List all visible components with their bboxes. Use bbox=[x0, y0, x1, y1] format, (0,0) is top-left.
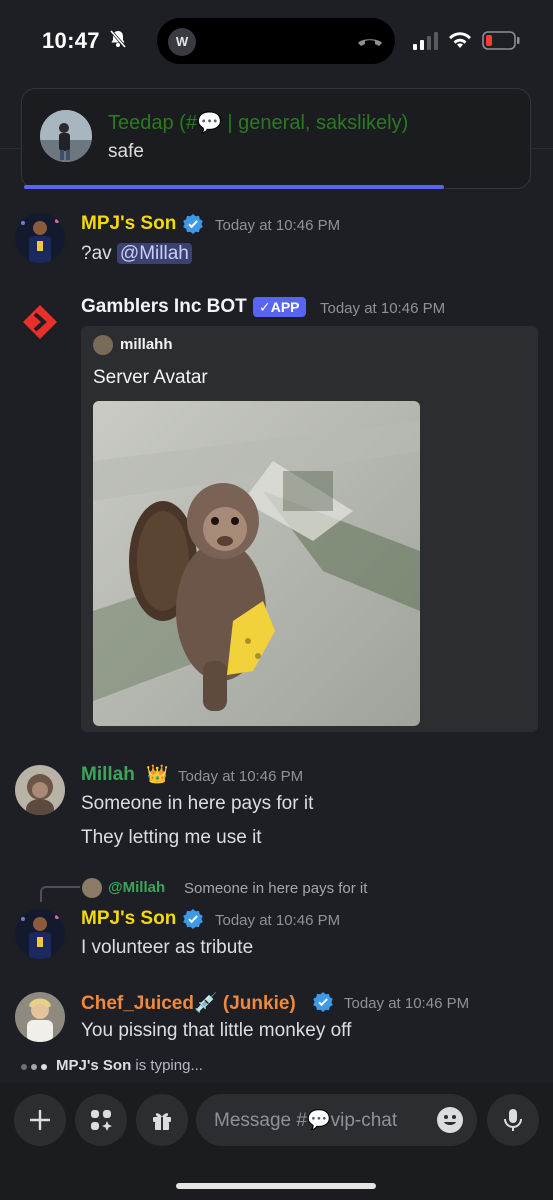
battery-low-icon bbox=[482, 31, 520, 50]
avatar-mpjs-son[interactable] bbox=[15, 213, 65, 263]
typing-dots-icon bbox=[21, 1064, 47, 1070]
embed-author[interactable]: millahh bbox=[120, 336, 173, 353]
verified-badge-icon bbox=[313, 992, 333, 1012]
author-name[interactable]: Millah bbox=[81, 764, 135, 786]
author-name[interactable]: Gamblers Inc BOT bbox=[81, 296, 247, 318]
notification-avatar bbox=[40, 110, 92, 162]
gift-icon bbox=[153, 1113, 171, 1130]
crown-icon: 👑 bbox=[146, 764, 169, 784]
notification-title: Teedap (#💬 | general, sakslikely) bbox=[108, 112, 409, 134]
reply-avatar bbox=[82, 878, 102, 898]
wifi-icon bbox=[449, 32, 471, 48]
author-name[interactable]: MPJ's Son bbox=[81, 908, 176, 930]
reply-preview[interactable]: Someone in here pays for it bbox=[184, 880, 367, 897]
phone-hangup-icon bbox=[358, 39, 382, 46]
message-timestamp: Today at 10:46 PM bbox=[215, 217, 341, 234]
author-name[interactable]: MPJ's Son bbox=[81, 213, 176, 235]
typing-user: MPJ's Son bbox=[56, 1057, 132, 1074]
notification-body: safe bbox=[108, 141, 144, 162]
user-mention[interactable]: @Millah bbox=[116, 243, 192, 264]
message-input-placeholder[interactable]: Message #💬vip-chat bbox=[214, 1108, 397, 1132]
author-name[interactable]: Chef_Juiced💉 (Junkie) bbox=[81, 991, 296, 1015]
verified-badge-icon bbox=[183, 214, 203, 234]
message-prefix: ?av bbox=[81, 243, 117, 264]
typing-indicator: MPJ's Son is typing... bbox=[56, 1057, 203, 1074]
add-attachment-button[interactable] bbox=[14, 1094, 66, 1146]
typing-suffix: is typing... bbox=[131, 1057, 203, 1074]
bell-muted-icon bbox=[109, 30, 127, 48]
avatar-chef-juiced[interactable] bbox=[15, 992, 65, 1042]
home-indicator[interactable] bbox=[176, 1183, 376, 1189]
signal-icon bbox=[413, 32, 438, 50]
message-text: ?av @Millah bbox=[81, 243, 192, 265]
message-text: You pissing that little monkey off bbox=[81, 1020, 352, 1041]
message-timestamp: Today at 10:46 PM bbox=[320, 300, 446, 317]
status-time: 10:47 bbox=[42, 28, 100, 53]
apps-button[interactable] bbox=[75, 1094, 127, 1146]
microphone-icon bbox=[504, 1109, 522, 1131]
avatar-mpjs-son[interactable] bbox=[15, 909, 65, 959]
avatar-image-monkey[interactable] bbox=[93, 401, 420, 726]
avatar-millah[interactable] bbox=[15, 765, 65, 815]
message-timestamp: Today at 10:46 PM bbox=[178, 768, 304, 785]
plus-icon bbox=[29, 1109, 51, 1131]
message-text: Someone in here pays for it bbox=[81, 793, 314, 814]
reply-mention[interactable]: @Millah bbox=[108, 879, 165, 896]
notification-progress bbox=[24, 185, 444, 189]
call-avatar: W bbox=[168, 28, 196, 56]
message-text: They letting me use it bbox=[81, 827, 262, 848]
voice-message-button[interactable] bbox=[487, 1094, 539, 1146]
embed-author-avatar bbox=[93, 335, 113, 355]
reply-connector bbox=[40, 886, 80, 902]
app-badge: ✓APP bbox=[253, 297, 306, 317]
emoji-icon[interactable] bbox=[436, 1106, 464, 1134]
embed-title: Server Avatar bbox=[93, 367, 208, 388]
sparkle-apps-icon bbox=[91, 1110, 112, 1131]
verified-badge-icon bbox=[183, 909, 203, 929]
message-text: I volunteer as tribute bbox=[81, 937, 254, 958]
message-timestamp: Today at 10:46 PM bbox=[344, 995, 470, 1012]
gift-button[interactable] bbox=[136, 1094, 188, 1146]
message-notification[interactable] bbox=[21, 88, 531, 189]
avatar-gamblers-bot[interactable] bbox=[15, 297, 65, 347]
message-timestamp: Today at 10:46 PM bbox=[215, 912, 341, 929]
